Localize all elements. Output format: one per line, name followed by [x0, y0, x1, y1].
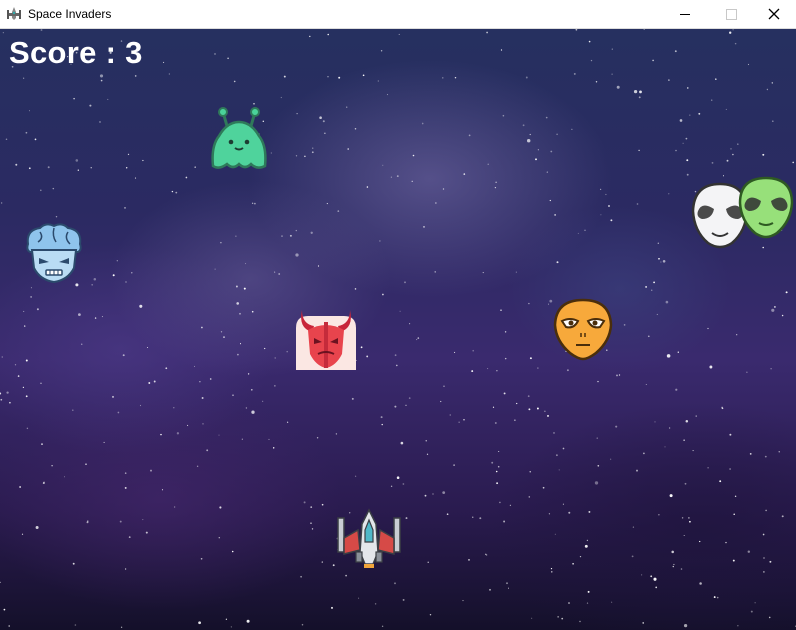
score-label: Score : 3	[9, 35, 143, 70]
spaceship-player-icon[interactable]	[336, 508, 402, 570]
spaceship-icon	[7, 7, 21, 20]
close-button[interactable]	[752, 0, 796, 28]
blue-brain-alien-icon	[26, 223, 82, 284]
green-alien-face-icon	[738, 176, 794, 239]
window-titlebar: Space Invaders	[0, 0, 796, 29]
green-blob-alien-icon	[211, 107, 267, 169]
orange-alien-face-icon	[553, 298, 613, 361]
close-icon	[768, 8, 780, 20]
minimize-icon	[680, 13, 690, 15]
window-title: Space Invaders	[28, 7, 112, 21]
minimize-button[interactable]	[662, 0, 708, 28]
game-canvas: Score : 3	[0, 29, 796, 630]
maximize-icon	[725, 8, 737, 20]
maximize-button[interactable]	[708, 0, 754, 28]
red-horned-devil-icon	[296, 310, 356, 370]
